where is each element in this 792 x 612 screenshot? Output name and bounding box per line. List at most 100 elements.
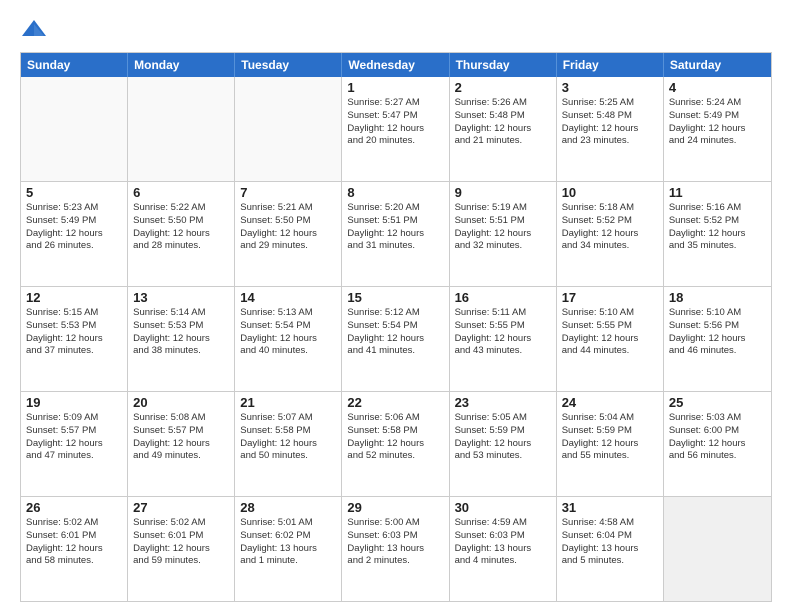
calendar-row-3: 19Sunrise: 5:09 AM Sunset: 5:57 PM Dayli… — [21, 391, 771, 496]
calendar-cell-empty-2 — [235, 77, 342, 181]
day-number: 22 — [347, 395, 443, 410]
calendar-cell-1: 1 Sunrise: 5:27 AM Sunset: 5:47 PM Daylig… — [342, 77, 449, 181]
calendar-cell-19: 19Sunrise: 5:09 AM Sunset: 5:57 PM Dayli… — [21, 392, 128, 496]
day-number: 26 — [26, 500, 122, 515]
header-day-monday: Monday — [128, 53, 235, 77]
cell-info: Sunrise: 5:10 AM Sunset: 5:56 PM Dayligh… — [669, 307, 766, 358]
calendar-cell-23: 23 Sunrise: 5:05 AM Sunset: 5:59 PM Dayli… — [450, 392, 557, 496]
calendar-cell-31: 31 Sunrise: 4:58 AM Sunset: 6:04 PM Dayli… — [557, 497, 664, 601]
header-day-wednesday: Wednesday — [342, 53, 449, 77]
cell-info: Sunrise: 5:05 AM Sunset: 5:59 PM Dayligh… — [455, 412, 551, 463]
cell-info: Sunrise: 5:00 AM Sunset: 6:03 PM Dayligh… — [347, 517, 443, 568]
cell-info: Sunrise: 5:06 AM Sunset: 5:58 PM Dayligh… — [347, 412, 443, 463]
day-number: 7 — [240, 185, 336, 200]
calendar-body: 1 Sunrise: 5:27 AM Sunset: 5:47 PM Daylig… — [21, 77, 771, 601]
logo-area — [20, 16, 52, 44]
cell-info: Sunrise: 5:11 AM Sunset: 5:55 PM Dayligh… — [455, 307, 551, 358]
day-number: 11 — [669, 185, 766, 200]
calendar-cell-16: 16 Sunrise: 5:11 AM Sunset: 5:55 PM Dayli… — [450, 287, 557, 391]
cell-info: Sunrise: 5:03 AM Sunset: 6:00 PM Dayligh… — [669, 412, 766, 463]
cell-info: Sunrise: 5:13 AM Sunset: 5:54 PM Dayligh… — [240, 307, 336, 358]
header-day-tuesday: Tuesday — [235, 53, 342, 77]
day-number: 3 — [562, 80, 658, 95]
calendar-cell-6: 6 Sunrise: 5:22 AM Sunset: 5:50 PM Daylig… — [128, 182, 235, 286]
calendar-row-4: 26Sunrise: 5:02 AM Sunset: 6:01 PM Dayli… — [21, 496, 771, 601]
day-number: 6 — [133, 185, 229, 200]
cell-info: Sunrise: 4:59 AM Sunset: 6:03 PM Dayligh… — [455, 517, 551, 568]
calendar-cell-14: 14 Sunrise: 5:13 AM Sunset: 5:54 PM Dayli… — [235, 287, 342, 391]
day-number: 1 — [347, 80, 443, 95]
calendar-cell-26: 26Sunrise: 5:02 AM Sunset: 6:01 PM Dayli… — [21, 497, 128, 601]
calendar-cell-25: 25 Sunrise: 5:03 AM Sunset: 6:00 PM Dayli… — [664, 392, 771, 496]
calendar-cell-13: 13Sunrise: 5:14 AM Sunset: 5:53 PM Dayli… — [128, 287, 235, 391]
cell-info: Sunrise: 4:58 AM Sunset: 6:04 PM Dayligh… — [562, 517, 658, 568]
day-number: 13 — [133, 290, 229, 305]
calendar-cell-15: 15Sunrise: 5:12 AM Sunset: 5:54 PM Dayli… — [342, 287, 449, 391]
calendar-cell-10: 10 Sunrise: 5:18 AM Sunset: 5:52 PM Dayli… — [557, 182, 664, 286]
calendar-cell-empty-1 — [128, 77, 235, 181]
calendar-cell-27: 27Sunrise: 5:02 AM Sunset: 6:01 PM Dayli… — [128, 497, 235, 601]
calendar-cell-2: 2 Sunrise: 5:26 AM Sunset: 5:48 PM Daylig… — [450, 77, 557, 181]
day-number: 21 — [240, 395, 336, 410]
cell-info: Sunrise: 5:26 AM Sunset: 5:48 PM Dayligh… — [455, 97, 551, 148]
cell-info: Sunrise: 5:09 AM Sunset: 5:57 PM Dayligh… — [26, 412, 122, 463]
day-number: 29 — [347, 500, 443, 515]
day-number: 12 — [26, 290, 122, 305]
calendar-cell-29: 29 Sunrise: 5:00 AM Sunset: 6:03 PM Dayli… — [342, 497, 449, 601]
day-number: 15 — [347, 290, 443, 305]
calendar-cell-5: 5 Sunrise: 5:23 AM Sunset: 5:49 PM Daylig… — [21, 182, 128, 286]
page-header — [20, 16, 772, 44]
day-number: 25 — [669, 395, 766, 410]
header-day-thursday: Thursday — [450, 53, 557, 77]
cell-info: Sunrise: 5:20 AM Sunset: 5:51 PM Dayligh… — [347, 202, 443, 253]
calendar-row-2: 12 Sunrise: 5:15 AM Sunset: 5:53 PM Dayli… — [21, 286, 771, 391]
calendar-cell-18: 18Sunrise: 5:10 AM Sunset: 5:56 PM Dayli… — [664, 287, 771, 391]
calendar-header: SundayMondayTuesdayWednesdayThursdayFrid… — [21, 53, 771, 77]
calendar-cell-20: 20Sunrise: 5:08 AM Sunset: 5:57 PM Dayli… — [128, 392, 235, 496]
calendar-cell-8: 8 Sunrise: 5:20 AM Sunset: 5:51 PM Daylig… — [342, 182, 449, 286]
day-number: 16 — [455, 290, 551, 305]
cell-info: Sunrise: 5:22 AM Sunset: 5:50 PM Dayligh… — [133, 202, 229, 253]
day-number: 10 — [562, 185, 658, 200]
cell-info: Sunrise: 5:10 AM Sunset: 5:55 PM Dayligh… — [562, 307, 658, 358]
day-number: 27 — [133, 500, 229, 515]
day-number: 9 — [455, 185, 551, 200]
calendar-cell-17: 17 Sunrise: 5:10 AM Sunset: 5:55 PM Dayli… — [557, 287, 664, 391]
cell-info: Sunrise: 5:23 AM Sunset: 5:49 PM Dayligh… — [26, 202, 122, 253]
cell-info: Sunrise: 5:01 AM Sunset: 6:02 PM Dayligh… — [240, 517, 336, 568]
calendar-cell-11: 11 Sunrise: 5:16 AM Sunset: 5:52 PM Dayli… — [664, 182, 771, 286]
calendar-cell-4: 4 Sunrise: 5:24 AM Sunset: 5:49 PM Daylig… — [664, 77, 771, 181]
logo-icon — [20, 16, 48, 44]
cell-info: Sunrise: 5:07 AM Sunset: 5:58 PM Dayligh… — [240, 412, 336, 463]
calendar-cell-empty-6 — [664, 497, 771, 601]
cell-info: Sunrise: 5:21 AM Sunset: 5:50 PM Dayligh… — [240, 202, 336, 253]
header-day-sunday: Sunday — [21, 53, 128, 77]
header-day-saturday: Saturday — [664, 53, 771, 77]
cell-info: Sunrise: 5:15 AM Sunset: 5:53 PM Dayligh… — [26, 307, 122, 358]
day-number: 17 — [562, 290, 658, 305]
cell-info: Sunrise: 5:04 AM Sunset: 5:59 PM Dayligh… — [562, 412, 658, 463]
cell-info: Sunrise: 5:18 AM Sunset: 5:52 PM Dayligh… — [562, 202, 658, 253]
calendar-cell-7: 7 Sunrise: 5:21 AM Sunset: 5:50 PM Daylig… — [235, 182, 342, 286]
calendar-cell-28: 28 Sunrise: 5:01 AM Sunset: 6:02 PM Dayli… — [235, 497, 342, 601]
cell-info: Sunrise: 5:27 AM Sunset: 5:47 PM Dayligh… — [347, 97, 443, 148]
day-number: 28 — [240, 500, 336, 515]
cell-info: Sunrise: 5:08 AM Sunset: 5:57 PM Dayligh… — [133, 412, 229, 463]
calendar: SundayMondayTuesdayWednesdayThursdayFrid… — [20, 52, 772, 602]
day-number: 14 — [240, 290, 336, 305]
cell-info: Sunrise: 5:19 AM Sunset: 5:51 PM Dayligh… — [455, 202, 551, 253]
header-day-friday: Friday — [557, 53, 664, 77]
cell-info: Sunrise: 5:16 AM Sunset: 5:52 PM Dayligh… — [669, 202, 766, 253]
cell-info: Sunrise: 5:24 AM Sunset: 5:49 PM Dayligh… — [669, 97, 766, 148]
day-number: 24 — [562, 395, 658, 410]
day-number: 5 — [26, 185, 122, 200]
day-number: 31 — [562, 500, 658, 515]
calendar-cell-empty-0 — [21, 77, 128, 181]
day-number: 4 — [669, 80, 766, 95]
day-number: 8 — [347, 185, 443, 200]
calendar-cell-12: 12 Sunrise: 5:15 AM Sunset: 5:53 PM Dayli… — [21, 287, 128, 391]
day-number: 2 — [455, 80, 551, 95]
day-number: 23 — [455, 395, 551, 410]
calendar-cell-30: 30Sunrise: 4:59 AM Sunset: 6:03 PM Dayli… — [450, 497, 557, 601]
calendar-row-1: 5 Sunrise: 5:23 AM Sunset: 5:49 PM Daylig… — [21, 181, 771, 286]
